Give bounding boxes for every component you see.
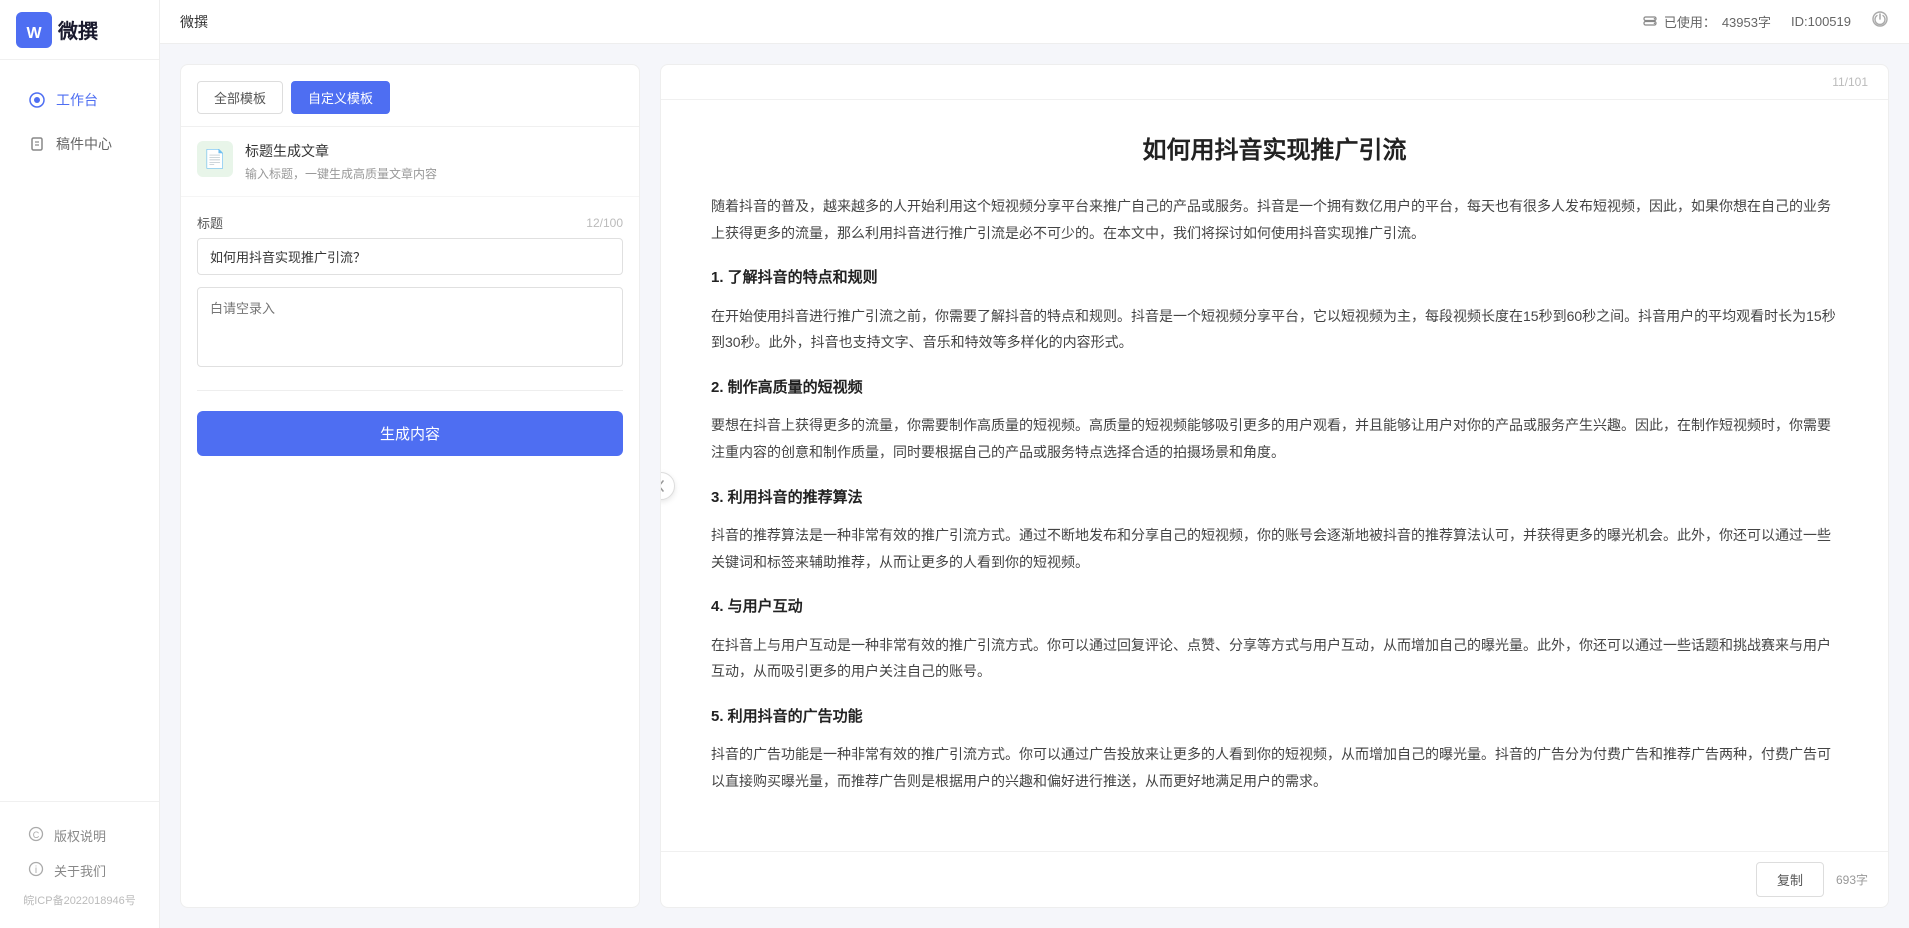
- sidebar-item-workbench-label: 工作台: [56, 90, 98, 110]
- sidebar-item-workbench[interactable]: 工作台: [8, 80, 151, 120]
- section-body-1: 在开始使用抖音进行推广引流之前，你需要了解抖音的特点和规则。抖音是一个短视频分享…: [711, 303, 1838, 356]
- template-item[interactable]: 📄 标题生成文章 输入标题，一键生成高质量文章内容: [181, 127, 639, 197]
- sidebar-item-about[interactable]: i 关于我们: [8, 853, 151, 888]
- top-bar-right: 已使用： 43953字 ID:100519: [1642, 10, 1889, 33]
- sidebar-item-drafts-label: 稿件中心: [56, 134, 112, 154]
- logo-svg: W: [16, 12, 52, 48]
- usage-info: 已使用： 43953字: [1642, 12, 1771, 31]
- section-heading-1: 1. 了解抖音的特点和规则: [711, 264, 1838, 293]
- template-name: 标题生成文章: [245, 141, 623, 161]
- svg-text:i: i: [35, 865, 37, 876]
- section-heading-4: 4. 与用户互动: [711, 593, 1838, 622]
- left-panel: 全部模板 自定义模板 📄 标题生成文章 输入标题，一键生成高质量文章内容 标题 …: [180, 64, 640, 908]
- grid-icon: [28, 91, 46, 109]
- article-title: 如何用抖音实现推广引流: [711, 130, 1838, 165]
- form-area: 标题 12/100 生成内容: [181, 197, 639, 907]
- svg-text:C: C: [33, 830, 40, 840]
- power-icon[interactable]: [1871, 10, 1889, 33]
- section-heading-5: 5. 利用抖音的广告功能: [711, 703, 1838, 732]
- content-field-group: [197, 287, 623, 370]
- main-content: 微撰 已使用： 43953字 ID:100519 全部模板 自定义模板: [160, 0, 1909, 928]
- title-field-label: 标题 12/100: [197, 213, 623, 232]
- content-textarea[interactable]: [197, 287, 623, 367]
- generate-button[interactable]: 生成内容: [197, 411, 623, 456]
- file-icon: [28, 135, 46, 153]
- usage-label: 已使用：: [1664, 12, 1716, 31]
- right-panel-footer: 复制 693字: [661, 851, 1888, 907]
- section-body-3: 抖音的推荐算法是一种非常有效的推广引流方式。通过不断地发布和分享自己的短视频，你…: [711, 522, 1838, 575]
- sidebar: W 微撰 工作台 稿件中心 C 版权说明 i 关于我们: [0, 0, 160, 928]
- template-item-icon: 📄: [197, 141, 233, 177]
- title-char-count: 12/100: [586, 216, 623, 230]
- article-intro: 随着抖音的普及，越来越多的人开始利用这个短视频分享平台来推广自己的产品或服务。抖…: [711, 193, 1838, 246]
- user-id: ID:100519: [1791, 14, 1851, 29]
- article-content: 如何用抖音实现推广引流 随着抖音的普及，越来越多的人开始利用这个短视频分享平台来…: [661, 100, 1888, 851]
- section-body-2: 要想在抖音上获得更多的流量，你需要制作高质量的短视频。高质量的短视频能够吸引更多…: [711, 412, 1838, 465]
- right-panel-header: 11/101: [661, 65, 1888, 100]
- section-body-4: 在抖音上与用户互动是一种非常有效的推广引流方式。你可以通过回复评论、点赞、分享等…: [711, 632, 1838, 685]
- template-tabs: 全部模板 自定义模板: [181, 65, 639, 127]
- form-divider: [197, 390, 623, 391]
- logo-area: W 微撰: [0, 0, 159, 60]
- title-field-group: 标题 12/100: [197, 213, 623, 275]
- icp-text: 皖ICP备2022018946号: [0, 888, 159, 912]
- sidebar-nav: 工作台 稿件中心: [0, 60, 159, 801]
- logo-text: 微撰: [58, 15, 98, 44]
- word-count: 693字: [1836, 871, 1868, 888]
- template-info: 标题生成文章 输入标题，一键生成高质量文章内容: [245, 141, 623, 182]
- page-indicator: 11/101: [1832, 75, 1868, 89]
- storage-icon: [1642, 12, 1658, 31]
- template-desc: 输入标题，一键生成高质量文章内容: [245, 165, 623, 182]
- tab-custom-templates[interactable]: 自定义模板: [291, 81, 390, 114]
- section-heading-3: 3. 利用抖音的推荐算法: [711, 484, 1838, 513]
- sidebar-bottom: C 版权说明 i 关于我们 皖ICP备2022018946号: [0, 801, 159, 928]
- tab-all-templates[interactable]: 全部模板: [197, 81, 283, 114]
- top-bar: 微撰 已使用： 43953字 ID:100519: [160, 0, 1909, 44]
- section-body-5: 抖音的广告功能是一种非常有效的推广引流方式。你可以通过广告投放来让更多的人看到你…: [711, 741, 1838, 794]
- svg-text:W: W: [26, 25, 42, 42]
- title-input[interactable]: [197, 238, 623, 275]
- top-bar-title: 微撰: [180, 12, 208, 32]
- about-label: 关于我们: [54, 861, 106, 880]
- article-body: 随着抖音的普及，越来越多的人开始利用这个短视频分享平台来推广自己的产品或服务。抖…: [711, 193, 1838, 795]
- section-heading-2: 2. 制作高质量的短视频: [711, 374, 1838, 403]
- info-icon: i: [28, 861, 44, 880]
- sidebar-item-drafts[interactable]: 稿件中心: [8, 124, 151, 164]
- copy-button[interactable]: 复制: [1756, 862, 1824, 897]
- content-area: 全部模板 自定义模板 📄 标题生成文章 输入标题，一键生成高质量文章内容 标题 …: [160, 44, 1909, 928]
- sidebar-item-copyright[interactable]: C 版权说明: [8, 818, 151, 853]
- right-panel: 11/101 如何用抖音实现推广引流 随着抖音的普及，越来越多的人开始利用这个短…: [660, 64, 1889, 908]
- copyright-icon: C: [28, 826, 44, 845]
- copyright-label: 版权说明: [54, 826, 106, 845]
- usage-value: 43953字: [1722, 12, 1771, 31]
